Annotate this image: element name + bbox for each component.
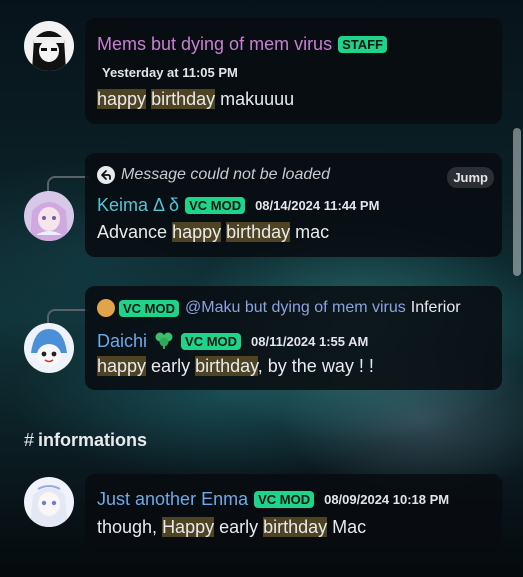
- reply-preview[interactable]: Message could not be loaded: [97, 166, 330, 184]
- avatar[interactable]: [24, 477, 74, 527]
- role-badge: VC MOD: [185, 197, 246, 214]
- message-text: happy birthday makuuuu: [97, 89, 295, 109]
- scrollbar-thumb[interactable]: [513, 128, 521, 276]
- message-text: happy early birthday, by the way ! !: [97, 356, 374, 376]
- reply-avatar-icon: [97, 299, 115, 317]
- timestamp: 08/11/2024 1:55 AM: [251, 333, 369, 349]
- reply-text: Inferior: [410, 299, 461, 316]
- channel-header[interactable]: # informations: [24, 430, 147, 451]
- mention[interactable]: @Maku but dying of mem virus: [185, 299, 406, 317]
- role-badge: VC MOD: [181, 332, 242, 350]
- author-name[interactable]: Just another Enma: [97, 489, 248, 510]
- timestamp: Yesterday at 11:05 PM: [102, 65, 238, 80]
- avatar[interactable]: [24, 191, 74, 241]
- reply-preview[interactable]: VC MOD @Maku but dying of mem virus Infe…: [97, 299, 461, 317]
- reply-text: Message could not be loaded: [121, 166, 331, 183]
- role-badge: VC MOD: [119, 299, 179, 317]
- message-text: Advance happy birthday mac: [97, 222, 330, 242]
- reply-thread-line: [47, 176, 89, 192]
- avatar[interactable]: [24, 21, 74, 71]
- avatar[interactable]: [24, 323, 74, 373]
- jump-button[interactable]: Jump: [447, 167, 494, 188]
- role-badge: STAFF: [338, 36, 387, 53]
- author-name[interactable]: Keima Δ δ: [97, 195, 179, 216]
- timestamp: 08/14/2024 11:44 PM: [255, 198, 380, 213]
- channel-hash-icon: #: [24, 430, 35, 450]
- timestamp: 08/09/2024 10:18 PM: [324, 492, 450, 507]
- author-name[interactable]: Daichi: [97, 331, 147, 352]
- channel-name: informations: [38, 430, 148, 450]
- reply-arrow-icon: [97, 166, 115, 184]
- role-badge: VC MOD: [254, 491, 315, 508]
- message-text: though, Happy early birthday Mac: [97, 517, 367, 537]
- author-name[interactable]: Mems but dying of mem virus: [97, 34, 332, 55]
- message-card: [85, 474, 502, 552]
- clover-icon: [153, 328, 175, 354]
